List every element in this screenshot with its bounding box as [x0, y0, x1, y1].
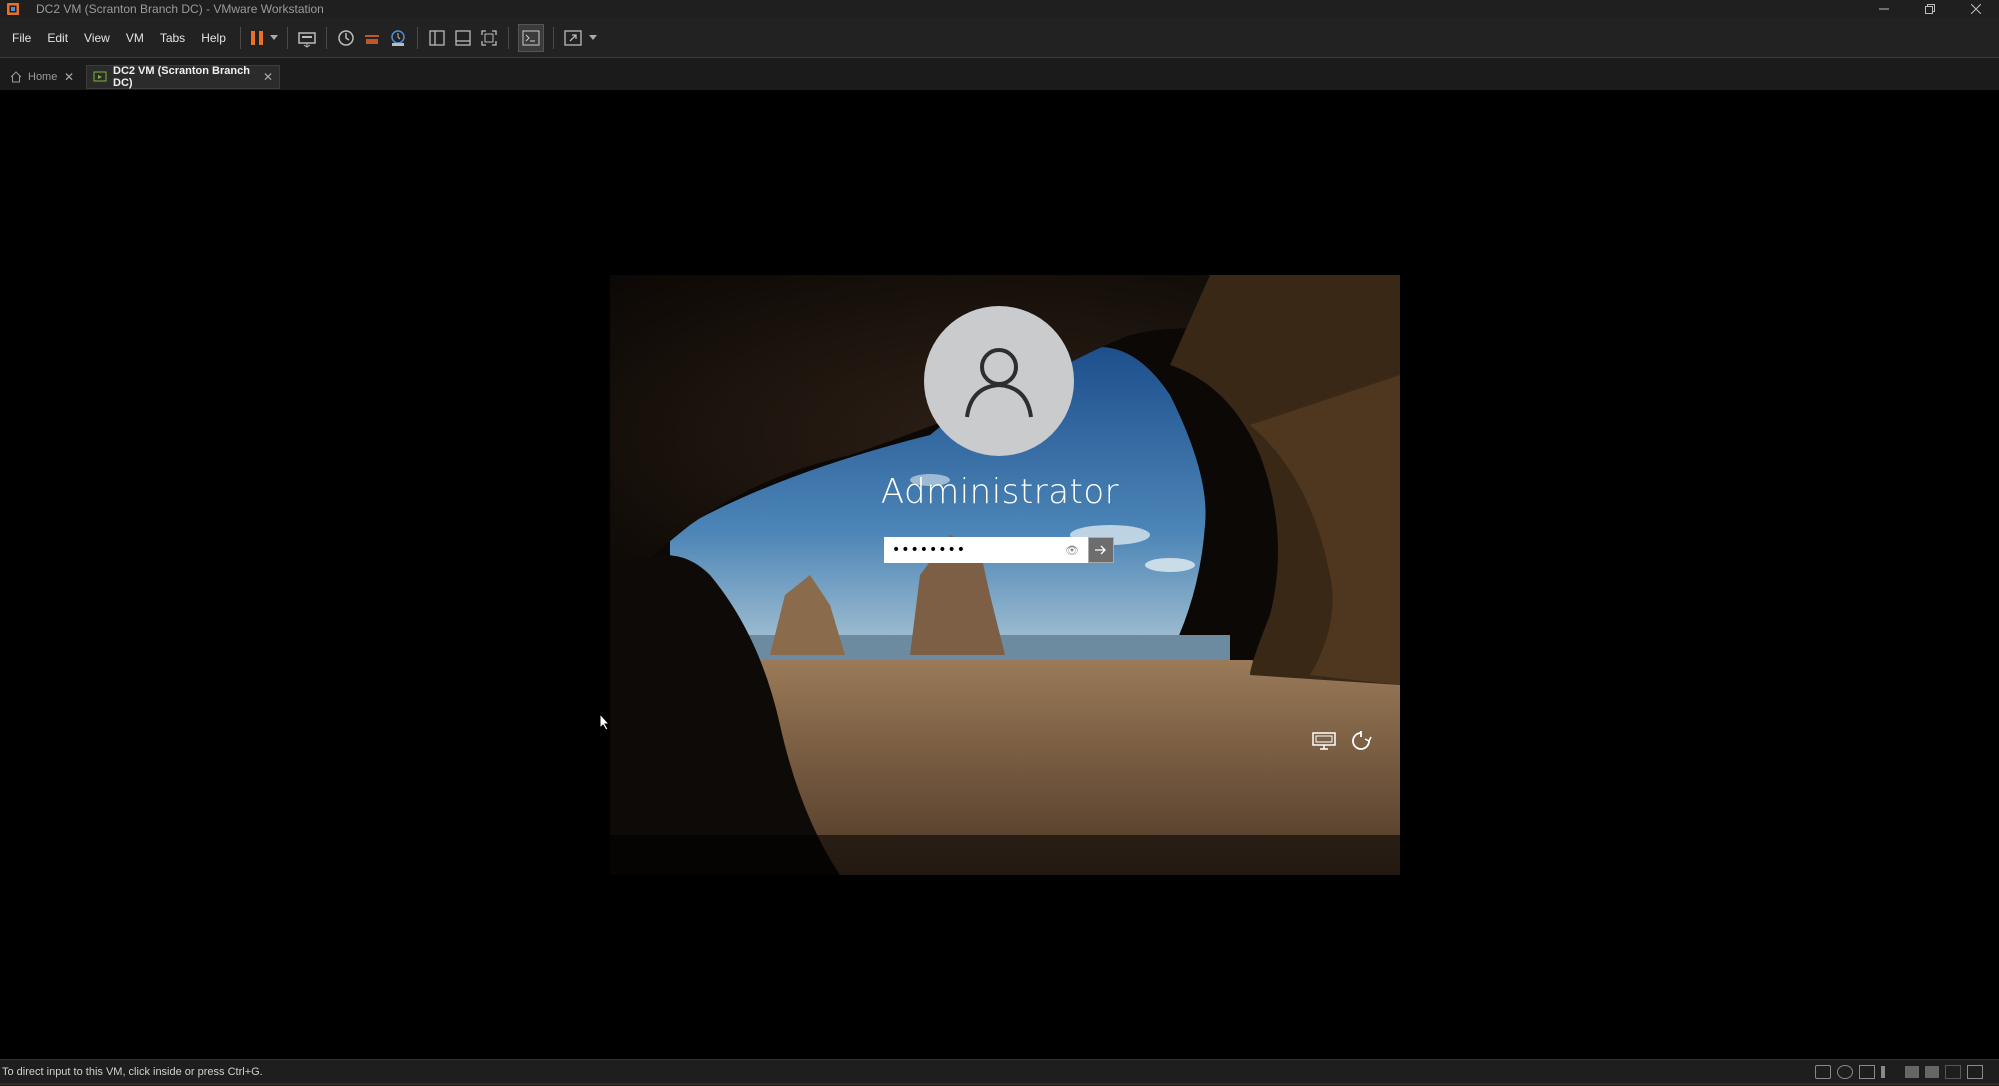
- toolbar-divider: [239, 26, 241, 49]
- revert-snapshot-button[interactable]: [362, 25, 382, 51]
- submit-password-button[interactable]: [1088, 537, 1114, 563]
- password-value: ••••••••: [892, 542, 967, 558]
- close-button[interactable]: [1953, 0, 1999, 18]
- display-icon[interactable]: [1945, 1065, 1961, 1079]
- sound-icon[interactable]: [1881, 1066, 1899, 1078]
- user-name: Administrator: [880, 472, 1120, 512]
- usb-icon[interactable]: [1905, 1066, 1919, 1078]
- toolbar-divider: [552, 26, 554, 49]
- network-icon: [1312, 732, 1336, 750]
- thumbnail-bar-button[interactable]: [453, 25, 473, 51]
- tab-dc2-vm[interactable]: DC2 VM (Scranton Branch DC) ✕: [86, 65, 280, 89]
- power-button[interactable]: [1346, 726, 1376, 756]
- tab-home[interactable]: Home ✕: [6, 65, 80, 89]
- send-ctrl-alt-del-button[interactable]: [297, 25, 317, 51]
- password-field-group: •••••••• 👁: [884, 537, 1114, 563]
- pause-icon: [250, 30, 263, 45]
- stretch-button[interactable]: [563, 25, 583, 51]
- title-bar: DC2 VM (Scranton Branch DC) - VMware Wor…: [0, 0, 1999, 18]
- power-dropdown[interactable]: [269, 25, 278, 51]
- toolbar-divider: [416, 26, 418, 49]
- status-message: To direct input to this VM, click inside…: [2, 1066, 263, 1078]
- mouse-cursor: [599, 712, 611, 736]
- vmware-icon: [7, 3, 19, 15]
- restore-button[interactable]: [1907, 0, 1953, 18]
- vm-icon: [93, 71, 107, 83]
- menu-vm[interactable]: VM: [118, 18, 152, 58]
- minimize-icon: [1879, 8, 1889, 10]
- pause-button[interactable]: [250, 25, 264, 51]
- toolbar-divider: [325, 26, 327, 49]
- toolbar-divider: [286, 26, 288, 49]
- menu-tabs[interactable]: Tabs: [152, 18, 193, 58]
- status-bar: To direct input to this VM, click inside…: [0, 1059, 1999, 1086]
- revert-snapshot-icon: [364, 34, 379, 44]
- menu-help[interactable]: Help: [193, 18, 234, 58]
- reveal-password-icon[interactable]: 👁: [1065, 544, 1080, 557]
- full-screen-icon: [481, 29, 497, 46]
- tab-close-icon[interactable]: ✕: [64, 70, 74, 84]
- library-button[interactable]: [427, 25, 447, 51]
- printer-icon[interactable]: [1925, 1066, 1939, 1078]
- tab-bar: Home ✕ DC2 VM (Scranton Branch DC) ✕: [0, 58, 1999, 90]
- snapshot-button[interactable]: [336, 25, 356, 51]
- home-icon: [10, 71, 22, 83]
- tab-close-icon[interactable]: ✕: [263, 70, 273, 84]
- full-screen-button[interactable]: [479, 25, 499, 51]
- menu-file[interactable]: File: [0, 18, 39, 58]
- window-controls: [1861, 0, 1999, 18]
- minimize-button[interactable]: [1861, 0, 1907, 18]
- restore-icon: [1925, 4, 1935, 14]
- thumbnail-bar-icon: [455, 29, 471, 46]
- tab-home-label: Home: [28, 71, 58, 83]
- hard-disk-icon[interactable]: [1815, 1065, 1831, 1079]
- arrow-right-icon: [1095, 545, 1106, 555]
- tab-vm-label: DC2 VM (Scranton Branch DC): [113, 65, 250, 89]
- network-button[interactable]: [1309, 726, 1339, 756]
- network-adapter-icon[interactable]: [1859, 1065, 1875, 1079]
- stretch-icon: [564, 29, 582, 46]
- accessibility-icon: [1352, 731, 1372, 750]
- menu-view[interactable]: View: [76, 18, 118, 58]
- console-view-button[interactable]: [517, 23, 544, 52]
- dropdown-icon: [269, 34, 278, 40]
- console-view-icon: [522, 30, 540, 45]
- vm-console[interactable]: [0, 90, 1999, 1059]
- device-status-icons: [1815, 1065, 1983, 1079]
- cd-dvd-icon[interactable]: [1837, 1065, 1853, 1079]
- message-log-icon[interactable]: [1967, 1065, 1983, 1079]
- send-ctrl-alt-del-icon: [298, 31, 316, 48]
- dropdown-icon: [588, 34, 597, 40]
- toolbar-divider: [507, 26, 509, 49]
- user-icon: [965, 348, 1033, 418]
- menu-toolbar: File Edit View VM Tabs Help: [0, 18, 1999, 58]
- password-input[interactable]: •••••••• 👁: [884, 537, 1088, 563]
- library-icon: [429, 29, 445, 46]
- snapshot-manager-icon: [391, 29, 405, 46]
- menu-edit[interactable]: Edit: [39, 18, 76, 58]
- window-title: DC2 VM (Scranton Branch DC) - VMware Wor…: [36, 2, 324, 16]
- close-icon: [1971, 4, 1981, 14]
- stretch-dropdown[interactable]: [588, 25, 597, 51]
- user-avatar: [924, 306, 1074, 456]
- snapshot-manager-button[interactable]: [388, 25, 408, 51]
- snapshot-icon: [338, 29, 354, 46]
